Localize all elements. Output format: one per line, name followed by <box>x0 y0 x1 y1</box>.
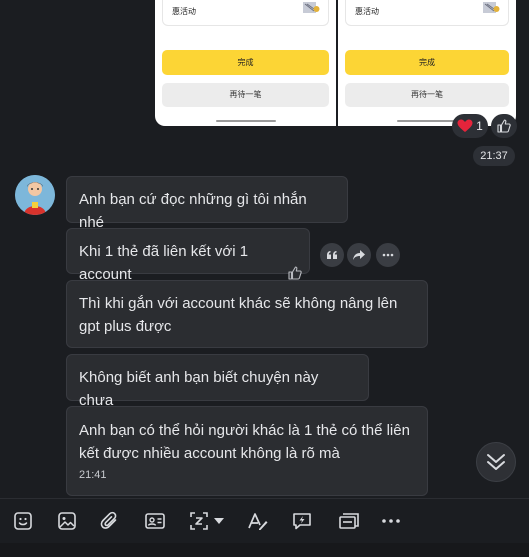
chevron-double-down-icon <box>487 454 505 470</box>
screenshot-icon <box>190 512 208 530</box>
input-toolbar <box>0 498 529 543</box>
dropdown-arrow-icon <box>214 518 224 524</box>
more-actions-button[interactable] <box>376 243 400 267</box>
promo-label: 惠活动 <box>355 7 379 16</box>
image-icon <box>58 512 76 530</box>
done-button: 完成 <box>162 50 329 75</box>
message-text: Thì khi gắn với account khác sẽ không nâ… <box>79 295 398 335</box>
home-indicator <box>397 120 457 122</box>
screenshot-thumbnail-left[interactable]: 惠活动 完成 再待一笔 <box>155 0 336 126</box>
emoji-icon <box>14 512 32 530</box>
heart-reaction[interactable]: 1 <box>452 114 488 138</box>
message-time: 21:41 <box>79 469 107 481</box>
forward-button[interactable] <box>347 243 371 267</box>
time-divider: 21:37 <box>473 146 515 166</box>
quote-icon <box>327 251 337 259</box>
heart-icon <box>457 119 473 132</box>
message-text: Anh bạn cứ đọc những gì tôi nhắn nhé <box>79 191 307 231</box>
avatar[interactable] <box>15 175 55 215</box>
home-indicator <box>215 120 276 122</box>
quote-button[interactable] <box>320 243 344 267</box>
screenshot-button[interactable] <box>188 510 210 532</box>
more-icon <box>382 519 400 523</box>
again-button: 再待一笔 <box>162 83 329 107</box>
forward-icon <box>353 250 365 260</box>
message-input-area[interactable] <box>0 543 529 557</box>
message-bubble[interactable]: Thì khi gắn với account khác sẽ không nâ… <box>66 280 428 348</box>
message-bubble[interactable]: Không biết anh bạn biết chuyện này chưa <box>66 354 369 409</box>
contact-card-button[interactable] <box>144 510 166 532</box>
attachment-icon <box>100 511 117 529</box>
transfer-icon <box>339 513 359 529</box>
screenshot-thumbnail-right[interactable]: 惠活动 完成 再待一笔 <box>338 0 516 126</box>
promo-row: 惠活动 <box>162 0 329 26</box>
message-bubble[interactable]: Khi 1 thẻ đã liên kết với 1 account <box>66 228 310 283</box>
message-text: Khi 1 thẻ đã liên kết với 1 account <box>79 243 249 283</box>
thumbs-up-icon[interactable] <box>288 266 302 280</box>
promo-row: 惠活动 <box>345 0 509 26</box>
coupon-icon <box>483 2 500 13</box>
transfer-button[interactable] <box>336 510 362 532</box>
thumbs-up-icon <box>497 119 511 133</box>
emoji-button[interactable] <box>12 510 34 532</box>
more-tools-button[interactable] <box>380 510 402 532</box>
reaction-count: 1 <box>476 119 483 133</box>
more-icon <box>382 253 394 257</box>
message-bubble[interactable]: Anh bạn có thể hỏi người khác là 1 thẻ c… <box>66 406 428 496</box>
attachment-button[interactable] <box>99 510 121 532</box>
done-button: 完成 <box>345 50 509 75</box>
text-format-icon <box>248 513 268 530</box>
coupon-icon <box>303 2 320 13</box>
message-text: Không biết anh bạn biết chuyện này chưa <box>79 369 319 409</box>
screenshot-options-button[interactable] <box>212 510 226 532</box>
message-text: Anh bạn có thể hỏi người khác là 1 thẻ c… <box>79 422 410 462</box>
contact-card-icon <box>145 513 165 529</box>
promo-label: 惠活动 <box>172 7 196 16</box>
scroll-to-bottom-button[interactable] <box>476 442 516 482</box>
avatar-image <box>15 175 55 215</box>
message-bubble[interactable]: Anh bạn cứ đọc những gì tôi nhắn nhé <box>66 176 348 231</box>
quick-reply-icon <box>293 513 311 530</box>
text-format-button[interactable] <box>247 510 269 532</box>
image-button[interactable] <box>56 510 78 532</box>
quick-reply-button[interactable] <box>291 510 313 532</box>
add-like-button[interactable] <box>491 114 517 138</box>
again-button: 再待一笔 <box>345 83 509 107</box>
